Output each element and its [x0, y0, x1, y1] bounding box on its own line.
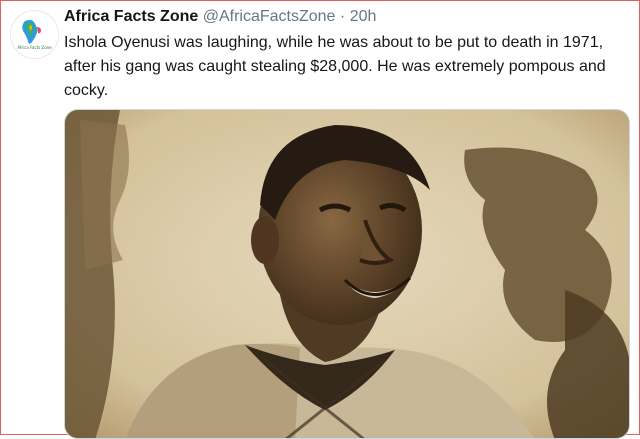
header-separator: ·: [339, 8, 346, 25]
tweet-card[interactable]: Africa Facts Zone Africa Facts Zone @Afr…: [0, 0, 640, 439]
tweet-text: Ishola Oyenusi was laughing, while he wa…: [64, 34, 606, 99]
avatar[interactable]: Africa Facts Zone: [10, 10, 59, 59]
author-name[interactable]: Africa Facts Zone: [64, 8, 198, 25]
africa-logo-icon: Africa Facts Zone: [17, 20, 52, 50]
tweet-timestamp[interactable]: 20h: [350, 8, 377, 25]
tweet-photo[interactable]: [64, 109, 630, 439]
author-handle[interactable]: @AfricaFactsZone: [203, 8, 336, 25]
avatar-logo-text: Africa Facts Zone: [17, 45, 52, 50]
photo-icon: [65, 110, 629, 438]
tweet-header: Africa Facts Zone @AfricaFactsZone · 20h: [64, 7, 376, 27]
